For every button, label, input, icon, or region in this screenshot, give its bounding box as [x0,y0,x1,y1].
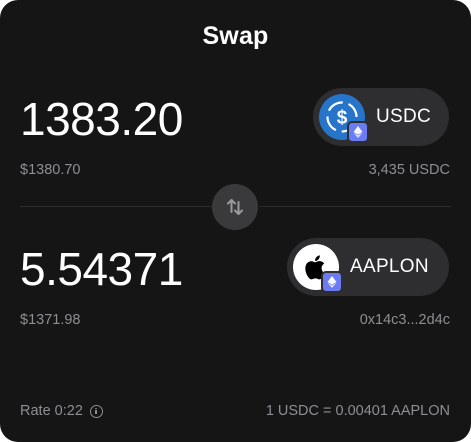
to-token-symbol: AAPLON [350,256,429,277]
page-title: Swap [202,22,269,50]
rate-timer: Rate 0:22 [20,404,103,419]
from-balance[interactable]: 3,435 USDC [369,163,450,178]
usdc-icon: $ [319,94,369,143]
rate-label: Rate 0:22 [20,403,83,419]
from-amount-input[interactable]: 1383.20 [20,96,183,142]
to-fiat-value: $1371.98 [20,312,81,328]
to-amount-value[interactable]: 5.54371 [20,246,183,292]
ethereum-icon [321,271,343,293]
to-token-selector[interactable]: AAPLON [287,238,449,296]
from-token-selector[interactable]: $ USDC [313,88,449,146]
from-token-symbol: USDC [376,106,432,127]
exchange-rate: 1 USDC = 0.00401 AAPLON [265,403,450,419]
divider [20,206,212,207]
swap-arrows-icon [227,199,243,215]
divider [259,206,451,207]
recipient-address[interactable]: 0x14c3...2d4c [360,313,450,328]
apple-icon [293,244,343,293]
swap-direction-button[interactable] [212,184,258,230]
info-icon[interactable] [89,404,103,418]
swap-card: Swap 1383.20 $ USDC $1380.70 3,435 USDC [0,0,471,442]
ethereum-icon [347,121,369,143]
from-fiat-value: $1380.70 [20,162,81,178]
